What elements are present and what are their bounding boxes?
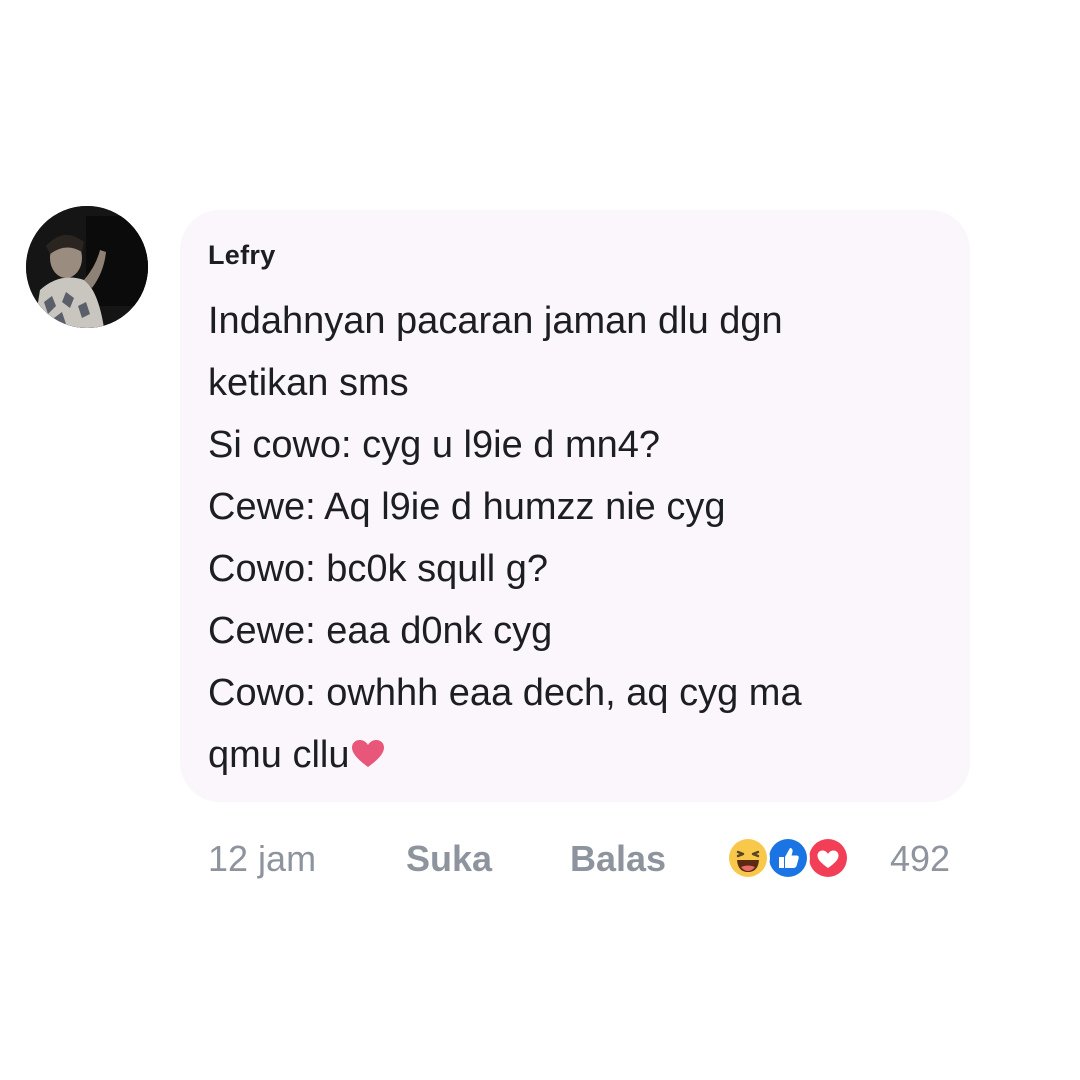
comment-line: Cewe: Aq l9ie d humzz nie cyg bbox=[208, 486, 726, 528]
comment-line: Cowo: bc0k squll g? bbox=[208, 548, 549, 590]
heart-icon bbox=[351, 726, 385, 767]
comment-line: ketikan sms bbox=[208, 362, 409, 404]
like-button[interactable]: Suka bbox=[406, 838, 492, 880]
author-avatar[interactable] bbox=[26, 206, 148, 328]
comment-line: Cewe: eaa d0nk cyg bbox=[208, 610, 553, 652]
reply-button[interactable]: Balas bbox=[570, 838, 666, 880]
comment-line: Indahnyan pacaran jaman dlu dgn bbox=[208, 300, 783, 342]
comment-last-line: qmu cllu bbox=[208, 724, 948, 786]
comment-actions: 12 jam Suka Balas 492 bbox=[208, 834, 1008, 884]
comment-timestamp[interactable]: 12 jam bbox=[208, 838, 316, 880]
comment-line: Si cowo: cyg u l9ie d mn4? bbox=[208, 424, 661, 466]
avatar-photo bbox=[26, 206, 148, 328]
comment-line-text: qmu cllu bbox=[208, 734, 350, 776]
haha-icon bbox=[726, 836, 770, 880]
reactions-summary[interactable]: 492 bbox=[726, 834, 986, 882]
like-icon bbox=[766, 836, 810, 880]
comment-author[interactable]: Lefry bbox=[208, 240, 276, 271]
reaction-count: 492 bbox=[890, 838, 951, 879]
comment-text: Indahnyan pacaran jaman dlu dgn ketikan … bbox=[208, 290, 948, 786]
love-icon bbox=[806, 836, 850, 880]
comment-line: Cowo: owhhh eaa dech, aq cyg ma bbox=[208, 672, 802, 714]
comment-bubble: Lefry Indahnyan pacaran jaman dlu dgn ke… bbox=[180, 210, 970, 802]
